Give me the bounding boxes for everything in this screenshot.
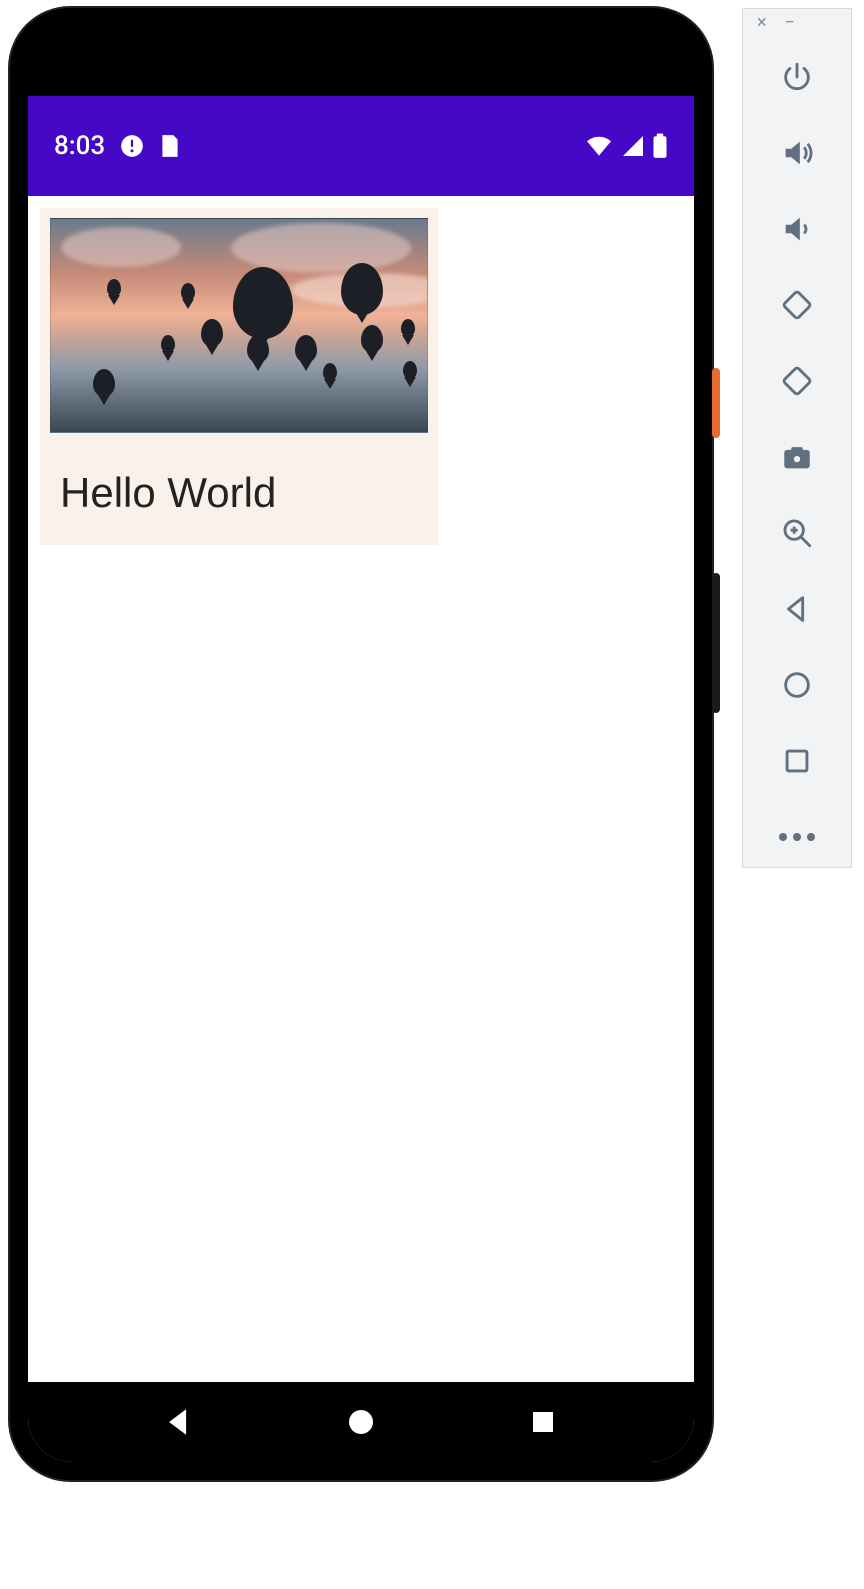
rotate-left-icon[interactable] xyxy=(779,287,815,323)
battery-icon xyxy=(652,133,668,159)
zoom-icon[interactable] xyxy=(779,515,815,551)
wifi-icon xyxy=(584,134,614,158)
android-nav-bar xyxy=(28,1382,694,1462)
clock-alert-icon xyxy=(119,133,145,159)
power-icon[interactable] xyxy=(779,59,815,95)
overview-icon[interactable] xyxy=(779,743,815,779)
screenshot-icon[interactable] xyxy=(779,439,815,475)
volume-down-icon[interactable] xyxy=(779,211,815,247)
rotate-right-icon[interactable] xyxy=(779,363,815,399)
device-frame: 8:03 xyxy=(10,8,712,1480)
app-content: Hello World xyxy=(28,196,694,1382)
close-icon[interactable]: × xyxy=(757,14,767,32)
emulator-sidebar: × − xyxy=(742,8,852,868)
back-icon[interactable] xyxy=(779,591,815,627)
card-image xyxy=(50,218,428,433)
hello-world-card[interactable]: Hello World xyxy=(40,208,438,545)
sim-icon xyxy=(159,133,181,159)
signal-icon xyxy=(620,134,646,158)
more-icon[interactable] xyxy=(779,819,815,855)
nav-recent-button[interactable] xyxy=(519,1398,567,1446)
nav-back-button[interactable] xyxy=(155,1398,203,1446)
android-status-bar: 8:03 xyxy=(28,96,694,196)
device-screen: 8:03 xyxy=(28,96,694,1462)
card-title: Hello World xyxy=(50,433,428,521)
minimize-icon[interactable]: − xyxy=(785,14,795,32)
status-time: 8:03 xyxy=(54,131,105,161)
home-icon[interactable] xyxy=(779,667,815,703)
nav-home-button[interactable] xyxy=(337,1398,385,1446)
emulator-window-controls: × − xyxy=(743,9,851,37)
volume-up-icon[interactable] xyxy=(779,135,815,171)
